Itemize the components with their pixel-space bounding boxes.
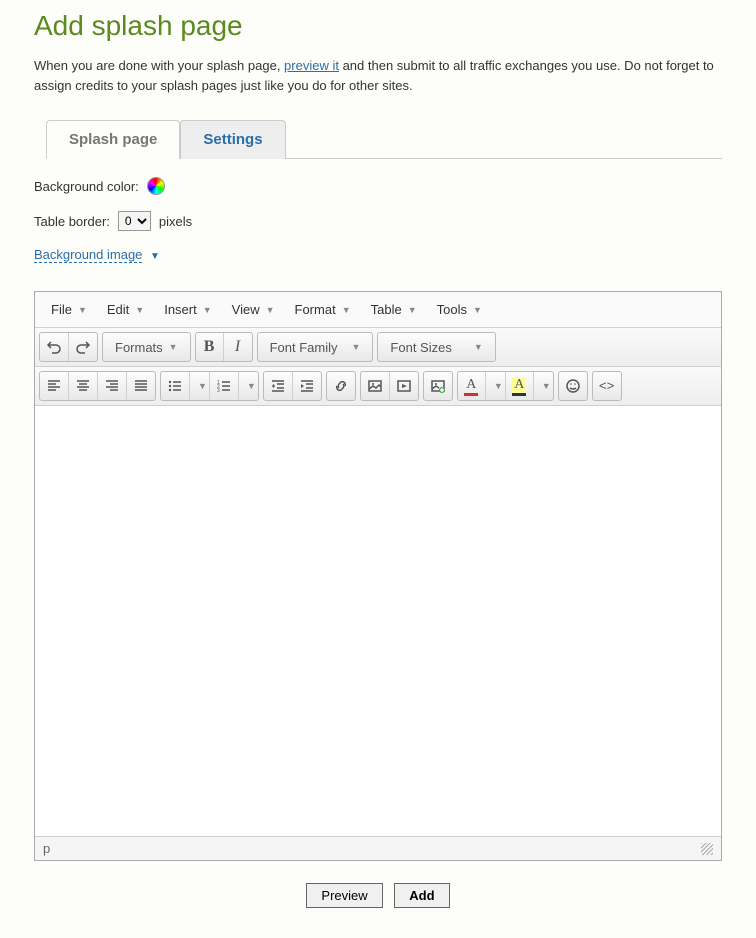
chevron-down-icon: ▼ — [408, 305, 417, 315]
editor-menubar: File ▼ Edit ▼ Insert ▼ View ▼ Format ▼ Table ▼… — [35, 292, 721, 328]
menu-format[interactable]: Format ▼ — [285, 296, 361, 323]
undo-button[interactable] — [40, 333, 69, 361]
bg-image-row: Background image ▼ — [34, 247, 722, 267]
font-sizes-dropdown[interactable]: Font Sizes ▼ — [378, 333, 494, 361]
align-right-button[interactable] — [98, 372, 127, 400]
chevron-down-icon: ▼ — [474, 342, 483, 352]
tab-splash-page[interactable]: Splash page — [46, 120, 180, 159]
editor-content-area[interactable] — [35, 406, 721, 836]
add-button[interactable]: Add — [394, 883, 449, 908]
emoji-button[interactable] — [559, 372, 587, 400]
pixels-label: pixels — [159, 214, 192, 229]
font-sizes-label: Font Sizes — [390, 340, 451, 355]
table-border-label: Table border: — [34, 214, 110, 229]
chevron-down-icon: ▼ — [150, 251, 160, 262]
color-picker-icon[interactable] — [147, 177, 165, 195]
source-code-button[interactable]: <> — [593, 372, 621, 400]
preview-link[interactable]: preview it — [284, 58, 339, 73]
status-path[interactable]: p — [43, 841, 50, 856]
table-border-row: Table border: 0 pixels — [34, 211, 722, 231]
chevron-down-icon: ▼ — [494, 381, 503, 391]
formats-label: Formats — [115, 340, 163, 355]
bottom-buttons: Preview Add — [34, 883, 722, 908]
bg-color-row: Background color: — [34, 177, 722, 195]
page-title: Add splash page — [34, 10, 722, 42]
chevron-down-icon: ▼ — [203, 305, 212, 315]
numbered-list-button[interactable]: 123 — [210, 372, 239, 400]
numbered-list-caret[interactable]: ▼ — [239, 372, 258, 400]
bold-button[interactable]: B — [196, 333, 224, 361]
media-button[interactable] — [390, 372, 418, 400]
bg-image-toggle[interactable]: Background image — [34, 247, 142, 263]
intro-text: When you are done with your splash page,… — [34, 56, 722, 95]
bg-color-button[interactable]: A — [506, 372, 534, 400]
chevron-down-icon: ▼ — [542, 381, 551, 391]
menu-view[interactable]: View ▼ — [222, 296, 285, 323]
image-button[interactable] — [361, 372, 390, 400]
menu-format-label: Format — [295, 302, 336, 317]
preview-button[interactable]: Preview — [306, 883, 382, 908]
chevron-down-icon: ▼ — [135, 305, 144, 315]
menu-tools-label: Tools — [437, 302, 467, 317]
text-color-label: A — [464, 377, 478, 396]
chevron-down-icon: ▼ — [198, 381, 207, 391]
redo-button[interactable] — [69, 333, 97, 361]
table-border-select[interactable]: 0 — [118, 211, 151, 231]
italic-button[interactable]: I — [224, 333, 252, 361]
text-color-button[interactable]: A — [458, 372, 486, 400]
bg-color-label: Background color: — [34, 179, 139, 194]
chevron-down-icon: ▼ — [352, 342, 361, 352]
align-left-button[interactable] — [40, 372, 69, 400]
editor-toolbar-row2: ▼ 123 ▼ A ▼ A ▼ — [35, 367, 721, 406]
chevron-down-icon: ▼ — [247, 381, 256, 391]
outdent-button[interactable] — [264, 372, 293, 400]
align-center-button[interactable] — [69, 372, 98, 400]
font-family-label: Font Family — [270, 340, 338, 355]
menu-table[interactable]: Table ▼ — [361, 296, 427, 323]
formats-dropdown[interactable]: Formats ▼ — [103, 333, 190, 361]
menu-edit[interactable]: Edit ▼ — [97, 296, 154, 323]
rich-text-editor: File ▼ Edit ▼ Insert ▼ View ▼ Format ▼ Table ▼… — [34, 291, 722, 861]
tab-settings[interactable]: Settings — [180, 120, 285, 159]
menu-edit-label: Edit — [107, 302, 129, 317]
menu-file[interactable]: File ▼ — [41, 296, 97, 323]
image-upload-button[interactable] — [424, 372, 452, 400]
intro-before: When you are done with your splash page, — [34, 58, 284, 73]
svg-text:3: 3 — [217, 388, 220, 394]
menu-table-label: Table — [371, 302, 402, 317]
chevron-down-icon: ▼ — [266, 305, 275, 315]
tabs-container: Splash page Settings — [46, 119, 722, 159]
menu-insert[interactable]: Insert ▼ — [154, 296, 221, 323]
align-justify-button[interactable] — [127, 372, 155, 400]
chevron-down-icon: ▼ — [342, 305, 351, 315]
menu-file-label: File — [51, 302, 72, 317]
menu-insert-label: Insert — [164, 302, 197, 317]
editor-statusbar: p — [35, 836, 721, 860]
text-color-caret[interactable]: ▼ — [486, 372, 506, 400]
chevron-down-icon: ▼ — [169, 342, 178, 352]
menu-tools[interactable]: Tools ▼ — [427, 296, 492, 323]
indent-button[interactable] — [293, 372, 321, 400]
link-button[interactable] — [327, 372, 355, 400]
bullet-list-button[interactable] — [161, 372, 190, 400]
bg-color-caret[interactable]: ▼ — [534, 372, 553, 400]
menu-view-label: View — [232, 302, 260, 317]
editor-toolbar-row1: Formats ▼ B I Font Family ▼ Font Sizes ▼ — [35, 328, 721, 367]
chevron-down-icon: ▼ — [473, 305, 482, 315]
resize-grip-icon[interactable] — [701, 843, 713, 855]
chevron-down-icon: ▼ — [78, 305, 87, 315]
font-family-dropdown[interactable]: Font Family ▼ — [258, 333, 373, 361]
bg-color-label: A — [512, 377, 526, 396]
bullet-list-caret[interactable]: ▼ — [190, 372, 210, 400]
